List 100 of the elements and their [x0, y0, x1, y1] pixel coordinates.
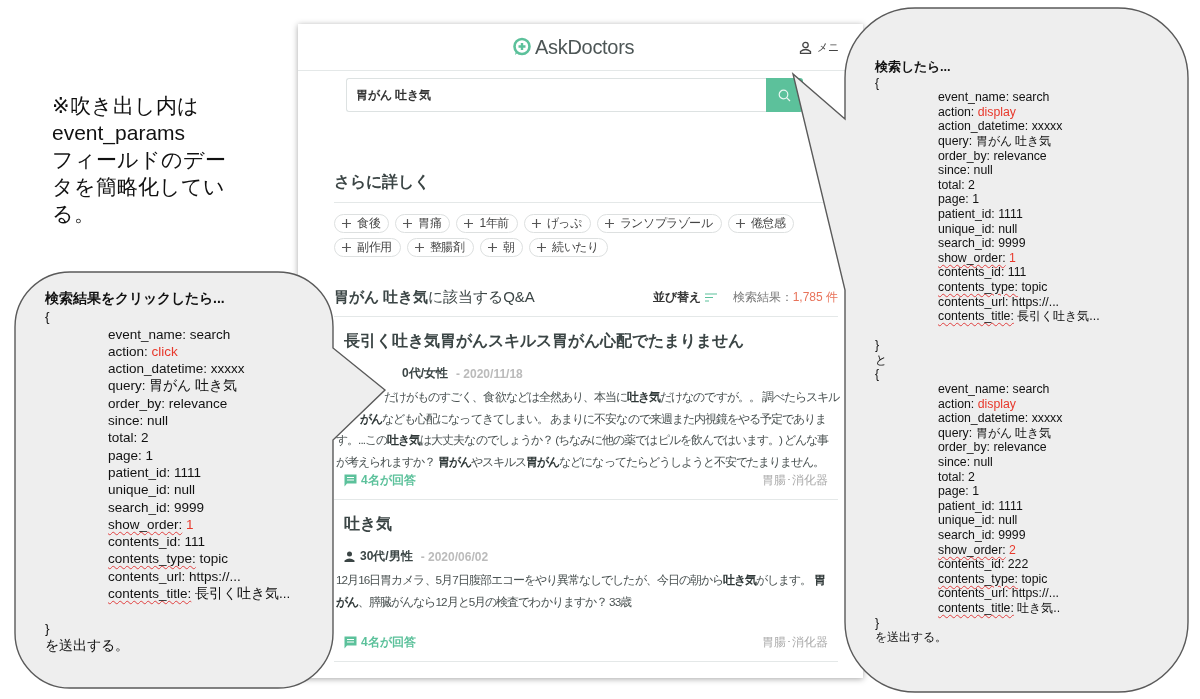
annotation-note: ※吹き出し内は event_params フィールドのデータを簡略化している。 — [52, 93, 227, 227]
param-line: contents_type: topic — [937, 571, 1048, 587]
results-heading: 胃がん 吐き気に該当するQ&A — [334, 288, 535, 307]
param-line: contents_url: https://... — [937, 586, 1060, 601]
param-line: contents_id: 111 — [107, 533, 206, 551]
param-line: show_order: 1 — [107, 515, 194, 534]
author-info: 30代/男性 — [360, 548, 413, 565]
callout-text: と — [875, 352, 887, 368]
param-line: order_by: relevance — [107, 394, 228, 413]
brace: } — [875, 338, 880, 353]
brace: } — [45, 619, 50, 637]
param-line: event_name: search — [937, 382, 1050, 397]
question-title[interactable]: 吐き気 — [344, 514, 392, 535]
param-line: patient_id: 1111 — [937, 206, 1023, 222]
question-text-line: が考えられますか？ 胃がんやスキルス胃がんなどになってたらどうしようと不安でたまりません。 — [336, 453, 825, 471]
tag-chip[interactable]: 続いたり — [529, 238, 608, 257]
param-line: query: 胃がん 吐き気 — [937, 133, 1052, 149]
plus-icon — [531, 219, 541, 228]
param-line: unique_id: null — [937, 513, 1018, 528]
plus-icon — [414, 243, 424, 252]
message-icon — [344, 474, 357, 487]
param-line: contents_url: https://... — [937, 294, 1060, 310]
param-line: contents_title: 長引く吐き気... — [937, 309, 1100, 324]
param-line: order_by: relevance — [937, 440, 1047, 456]
plus-icon — [537, 243, 547, 252]
param-line: action: click — [107, 342, 178, 361]
plus-icon — [487, 243, 497, 252]
answer-count: 4名が回答 — [361, 634, 416, 651]
tag-chip[interactable]: 朝 — [479, 238, 524, 257]
param-line: search_id: 9999 — [937, 236, 1026, 251]
param-line: since: null — [937, 455, 993, 470]
param-line: show_order: 1 — [937, 250, 1016, 266]
search-field[interactable]: 胃がん 吐き気 — [346, 78, 766, 112]
param-line: since: null — [937, 163, 993, 178]
tag-chip[interactable]: げっぷ — [523, 214, 591, 233]
tag-chip[interactable]: 副作用 — [334, 238, 401, 257]
param-line: contents_title: 長引く吐き気... — [107, 585, 291, 603]
param-line: total: 2 — [107, 429, 149, 447]
brace: { — [875, 367, 880, 383]
question-text-line: だけがものすごく、食欲などは全然あり、本当に吐き気だけなのですが。。 調べたらスキル — [384, 389, 840, 406]
plus-icon — [604, 219, 614, 228]
param-line: contents_type: topic — [937, 279, 1048, 295]
param-line: total: 2 — [937, 177, 975, 193]
sort-icon — [704, 293, 717, 302]
sort-button[interactable]: 並び替え — [652, 289, 717, 306]
tag-chip[interactable]: 食後 — [334, 214, 390, 233]
param-line: contents_url: https://... — [107, 567, 241, 586]
param-line: query: 胃がん 吐き気 — [937, 425, 1052, 441]
param-line: action_datetime: xxxxx — [937, 119, 1063, 134]
question-text-line: がんなども心配になってきてしまい。 あまりに不安なので来週また内視鏡をやる予定でありま — [360, 410, 827, 428]
param-line: contents_title: 吐き気.. — [937, 600, 1061, 616]
param-line: action: display — [937, 104, 1016, 120]
param-line: query: 胃がん 吐き気 — [107, 377, 238, 395]
callout-text: を送出する。 — [875, 630, 947, 645]
param-line: patient_id: 1111 — [937, 498, 1023, 514]
param-line: action: display — [937, 396, 1016, 412]
callout-text: を送出する。 — [45, 636, 129, 655]
param-line: contents_id: 111 — [937, 265, 1027, 280]
plus-icon — [735, 219, 745, 228]
brace: { — [875, 75, 880, 91]
logo-text: AskDoctors — [535, 35, 635, 59]
author-info: 0代/女性 — [402, 365, 448, 382]
param-line: total: 2 — [937, 469, 975, 485]
question-text-line: がん、膵臓がんなら12月と5月の検査でわかりますか？ 33歳 — [336, 593, 632, 611]
menu-link[interactable]: メニ — [799, 39, 839, 55]
category-label: 胃腸･消化器 — [762, 634, 828, 651]
tag-chip[interactable]: 整腸剤 — [406, 238, 474, 257]
tag-chip[interactable]: 胃痛 — [395, 214, 451, 233]
param-line: contents_type: topic — [107, 550, 229, 568]
person-icon — [344, 551, 355, 562]
tag-chip[interactable]: ランソプラゾール — [596, 214, 722, 233]
param-line: event_name: search — [937, 90, 1050, 105]
message-icon — [344, 636, 357, 649]
question-text-line: す。...この吐き気は大丈夫なのでしょうか？ (ちなみに他の薬ではピルを飲んではいます。) どんな事 — [336, 432, 829, 449]
category-label: 胃腸･消化器 — [762, 472, 828, 489]
param-line: since: null — [107, 412, 169, 430]
plus-icon — [342, 243, 351, 252]
user-icon — [799, 40, 812, 54]
param-line: show_order: 2 — [937, 542, 1016, 558]
param-line: event_name: search — [107, 325, 231, 343]
post-date: - 2020/06/02 — [420, 549, 489, 564]
result-count: 1,785 件 — [792, 289, 838, 306]
param-line: action_datetime: xxxxx — [107, 360, 245, 378]
tag-chip[interactable]: 倦怠感 — [727, 214, 795, 233]
param-line: unique_id: null — [107, 481, 196, 499]
question-title[interactable]: 長引く吐き気胃がんスキルス胃がん心配でたまりません — [344, 331, 744, 352]
param-line: unique_id: null — [937, 221, 1018, 237]
logo-icon — [512, 37, 532, 57]
brace: { — [45, 308, 50, 326]
param-line: page: 1 — [107, 446, 154, 464]
param-line: order_by: relevance — [937, 148, 1047, 164]
callout-heading: 検索したら... — [875, 58, 951, 76]
search-icon — [778, 88, 791, 102]
param-line: page: 1 — [937, 484, 980, 499]
param-line: contents_id: 222 — [937, 557, 1029, 572]
plus-icon — [342, 219, 351, 228]
tag-chip[interactable]: 1年前 — [456, 214, 518, 233]
result-count-label: 検索結果： — [732, 289, 793, 306]
callout-heading: 検索結果をクリックしたら... — [45, 289, 225, 308]
param-line: page: 1 — [937, 192, 980, 207]
